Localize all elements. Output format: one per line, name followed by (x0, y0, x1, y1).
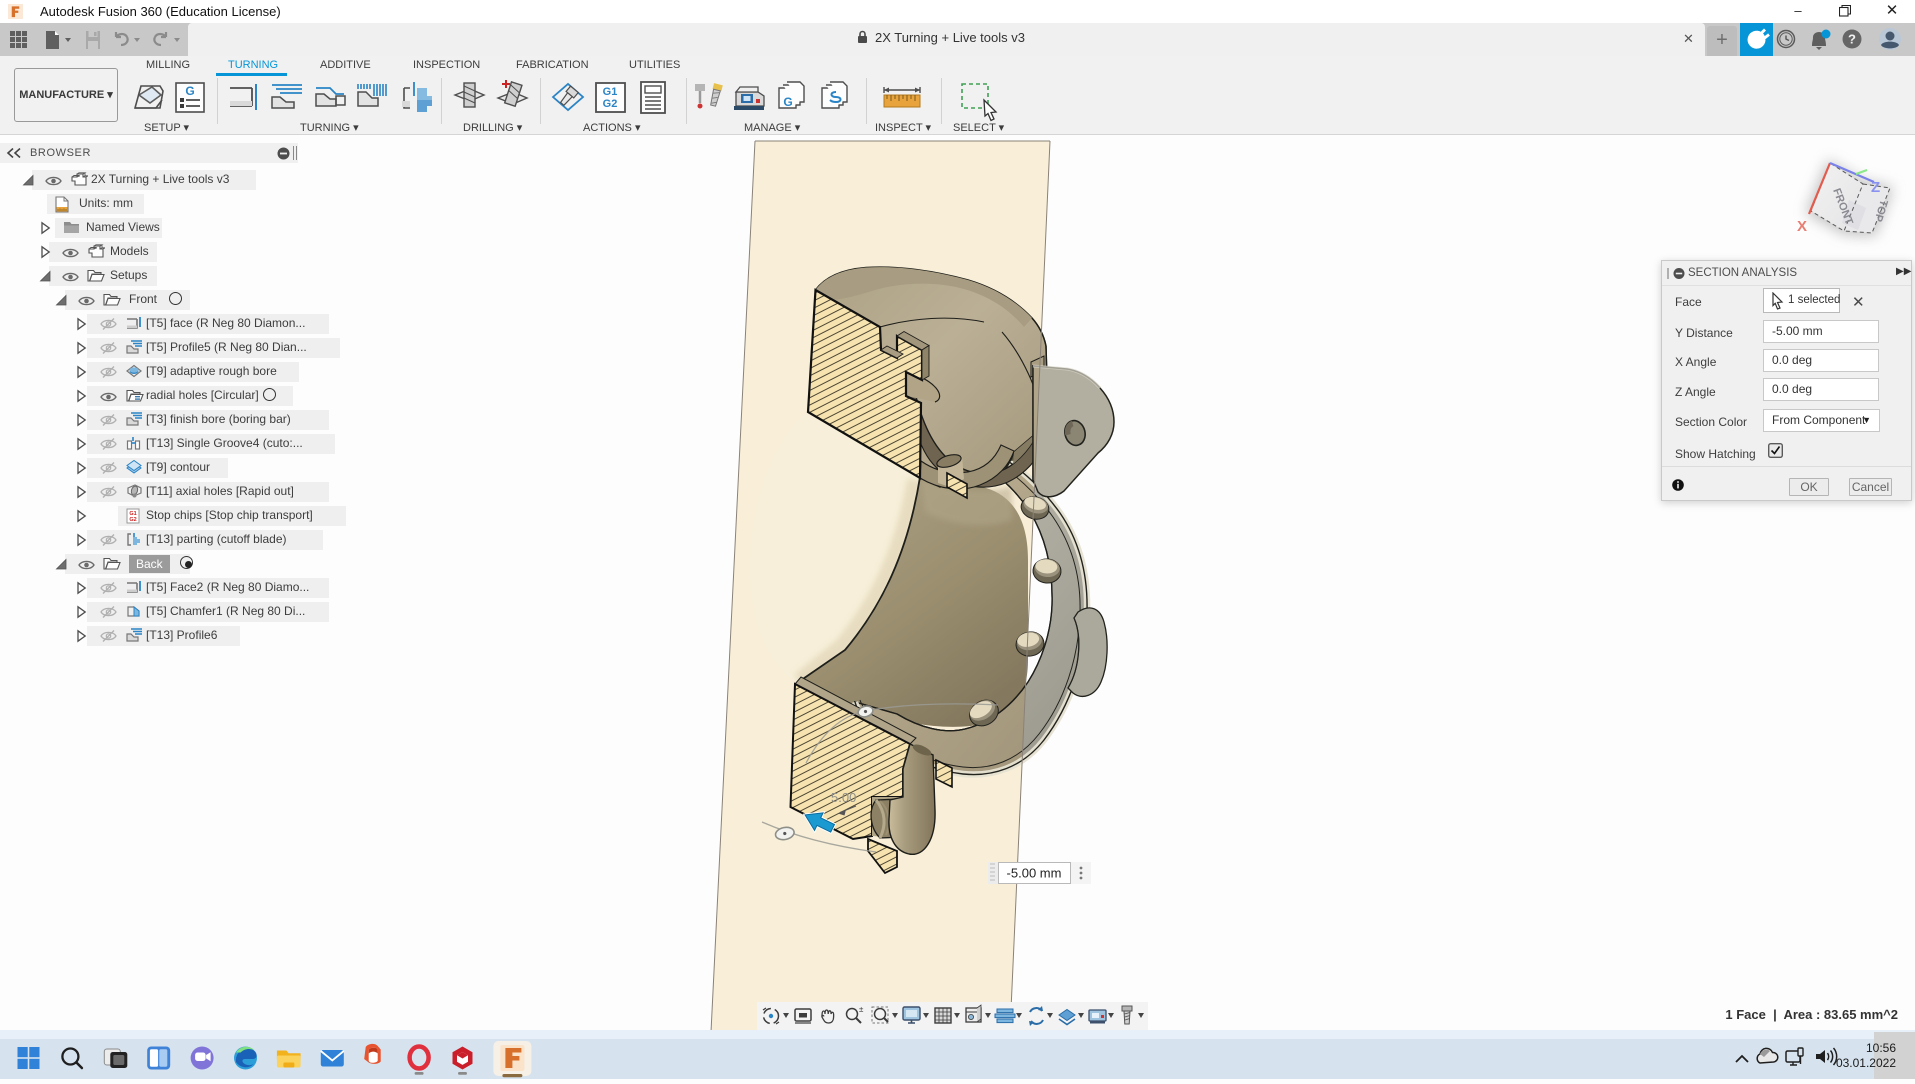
svg-text:G2: G2 (603, 98, 618, 110)
svg-text:X: X (1797, 218, 1807, 235)
svg-text:?: ? (1848, 32, 1856, 47)
svg-text:±: ± (859, 1005, 864, 1014)
svg-text:-5.00 mm: -5.00 mm (1007, 866, 1062, 881)
svg-text:5.00: 5.00 (831, 790, 856, 805)
svg-text:G: G (783, 95, 792, 109)
svg-text:G1: G1 (603, 86, 618, 98)
svg-text:G: G (185, 84, 194, 98)
svg-text:Z: Z (1871, 179, 1880, 196)
svg-text:G2: G2 (129, 517, 136, 523)
